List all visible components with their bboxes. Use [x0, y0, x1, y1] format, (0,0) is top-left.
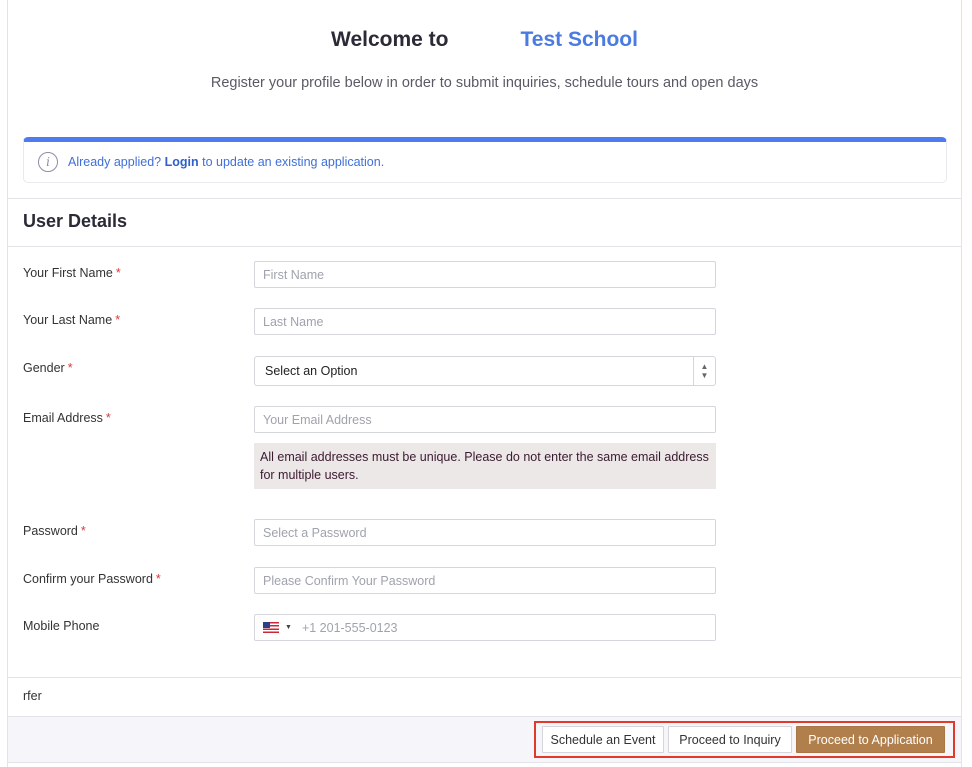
- first-name-label-text: Your First Name: [23, 266, 113, 280]
- required-marker: *: [80, 524, 86, 538]
- divider: [8, 677, 961, 678]
- divider: [8, 246, 961, 247]
- email-input[interactable]: Your Email Address: [254, 406, 716, 433]
- proceed-inquiry-button[interactable]: Proceed to Inquiry: [668, 726, 792, 753]
- password-label: Password *: [23, 524, 86, 538]
- required-marker: *: [67, 361, 73, 375]
- already-applied-alert: i Already applied? Login to update an ex…: [23, 137, 947, 183]
- page-title: Welcome to Test School: [8, 28, 961, 52]
- email-label: Email Address *: [23, 411, 111, 425]
- required-marker: *: [115, 266, 121, 280]
- mobile-phone-label: Mobile Phone: [23, 619, 99, 633]
- gender-label: Gender *: [23, 361, 73, 375]
- divider: [8, 198, 961, 199]
- country-dropdown-icon[interactable]: ▼: [285, 624, 292, 631]
- mobile-phone-label-text: Mobile Phone: [23, 619, 100, 633]
- registration-panel: Welcome to Test School Register your prof…: [7, 0, 962, 767]
- first-name-input[interactable]: First Name: [254, 261, 716, 288]
- confirm-password-input[interactable]: Please Confirm Your Password: [254, 567, 716, 594]
- required-marker: *: [155, 572, 161, 586]
- select-stepper-icon: ▲ ▼: [693, 357, 715, 385]
- confirm-password-label-text: Confirm your Password: [23, 572, 153, 586]
- email-unique-note: All email addresses must be unique. Plea…: [254, 443, 716, 489]
- info-icon: i: [38, 152, 58, 172]
- gender-select[interactable]: Select an Option ▲ ▼: [254, 356, 716, 386]
- action-button-group: Schedule an Event Proceed to Inquiry Pro…: [534, 721, 955, 758]
- confirm-password-label: Confirm your Password *: [23, 572, 161, 586]
- section-title: User Details: [23, 211, 128, 231]
- alert-prefix: Already applied?: [68, 155, 162, 169]
- last-name-label-text: Your Last Name: [23, 313, 113, 327]
- alert-text: Already applied? Login to update an exis…: [68, 155, 384, 169]
- last-name-label: Your Last Name *: [23, 313, 120, 327]
- required-marker: *: [115, 313, 121, 327]
- welcome-text: Welcome to: [331, 28, 449, 51]
- schedule-event-button[interactable]: Schedule an Event: [542, 726, 664, 753]
- phone-placeholder: +1 201-555-0123: [301, 620, 398, 635]
- page-subtitle: Register your profile below in order to …: [210, 75, 759, 91]
- first-name-label: Your First Name *: [23, 266, 121, 280]
- school-name: Test School: [520, 28, 638, 51]
- mobile-phone-input[interactable]: ▼ +1 201-555-0123: [254, 614, 716, 641]
- gender-label-text: Gender: [23, 361, 65, 375]
- footer-text: rfer: [23, 689, 42, 703]
- gender-select-value: Select an Option: [265, 364, 358, 378]
- required-marker: *: [105, 411, 111, 425]
- proceed-application-button[interactable]: Proceed to Application: [796, 726, 945, 753]
- password-label-text: Password: [23, 524, 78, 538]
- password-input[interactable]: Select a Password: [254, 519, 716, 546]
- last-name-input[interactable]: Last Name: [254, 308, 716, 335]
- us-flag-icon[interactable]: [263, 622, 279, 633]
- alert-suffix: to update an existing application.: [202, 155, 385, 169]
- email-label-text: Email Address: [23, 411, 103, 425]
- login-link[interactable]: Login: [165, 155, 199, 169]
